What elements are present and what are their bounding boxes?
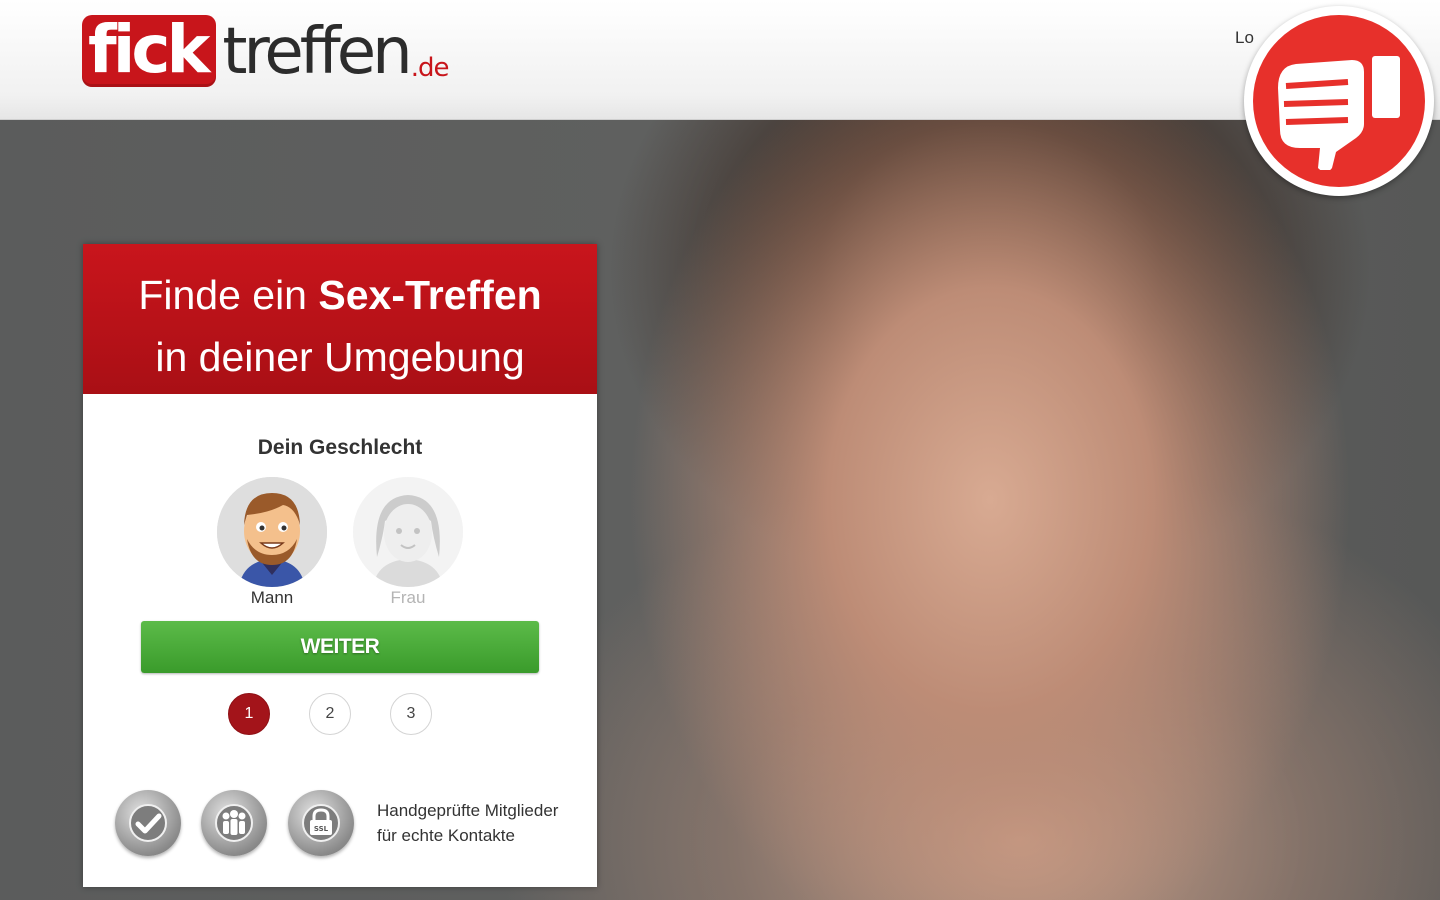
gender-label-male[interactable]: Mann (217, 588, 327, 608)
gender-option-male[interactable] (217, 477, 327, 587)
thumbs-down-icon (1278, 56, 1400, 170)
headline-line-1: Finde ein Sex-Treffen (83, 264, 597, 326)
site-logo[interactable]: fick treffen .de (82, 13, 449, 87)
continue-button[interactable]: WEITER (141, 621, 539, 673)
headline-line-2: in deiner Umgebung (155, 334, 525, 380)
signup-headline: Finde ein Sex-Treffen in deiner Umgebung (83, 244, 597, 394)
headline-prefix: Finde ein (138, 272, 319, 318)
site-header: fick treffen .de Lo (0, 0, 1440, 120)
svg-text:SSL: SSL (314, 825, 329, 833)
trust-statement: Handgeprüfte Mitglieder für echte Kontak… (377, 798, 558, 848)
gender-option-female[interactable] (353, 477, 463, 587)
signup-card: Finde ein Sex-Treffen in deiner Umgebung… (83, 244, 597, 887)
login-link[interactable]: Lo (1235, 28, 1254, 48)
logo-wordmark: treffen (222, 15, 412, 89)
female-avatar-icon (353, 477, 463, 587)
trust-line-2: für echte Kontakte (377, 826, 515, 845)
step-indicator-1: 1 (228, 693, 270, 735)
male-avatar-icon (217, 477, 327, 587)
trust-line-1: Handgeprüfte Mitglieder (377, 801, 559, 820)
step-indicator-3: 3 (390, 693, 432, 735)
ssl-lock-icon: SSL (288, 790, 354, 856)
gender-title: Dein Geschlecht (257, 436, 423, 459)
logo-tld: .de (410, 53, 450, 83)
logo-mark: fick (82, 15, 217, 87)
verified-check-icon (115, 790, 181, 856)
step-indicator-2: 2 (309, 693, 351, 735)
gender-label-female[interactable]: Frau (353, 588, 463, 608)
members-group-icon (201, 790, 267, 856)
headline-bold: Sex-Treffen (318, 272, 542, 318)
rating-badge (1244, 6, 1434, 196)
